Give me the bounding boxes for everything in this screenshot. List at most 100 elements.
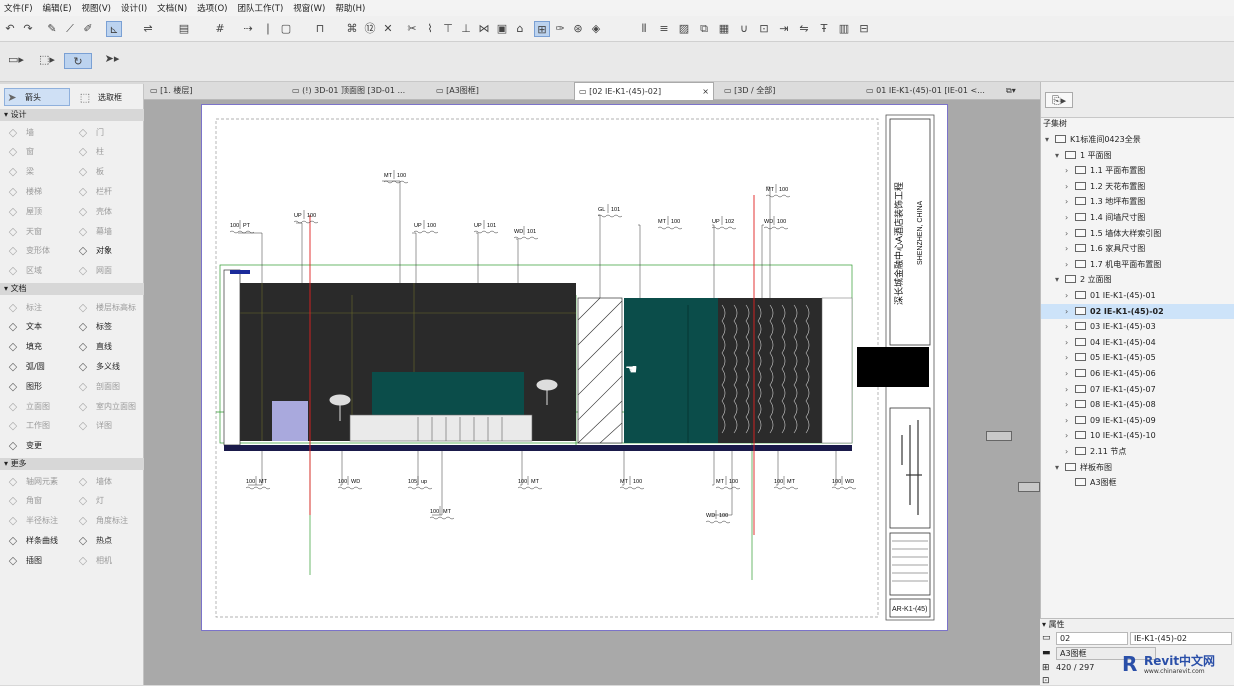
tool-wall[interactable]: ◇ 墙 [6,123,72,141]
chevron-right-icon[interactable]: › [1065,241,1075,256]
material-tag[interactable]: 100 WD [337,476,363,490]
menu-item[interactable]: 视图(V) [82,2,111,14]
tree-item-elevation[interactable]: › 03 IE-K1-(45)-03 [1041,319,1234,334]
tool-object[interactable]: ◇ 对象 [76,242,142,260]
lock-icon[interactable]: ⊓ [312,21,328,37]
frame-icon[interactable]: ▢ [278,21,294,37]
tool-line[interactable]: ◇ 直线 [76,338,142,356]
intersect-icon[interactable]: ⋈ [476,21,492,37]
tool-window[interactable]: ◇ 窗 [6,143,72,161]
align-icon[interactable]: ⫴ [636,21,652,37]
trim-icon[interactable]: ⌇ [422,21,438,37]
stack-icon[interactable]: ⧉ [696,21,712,37]
tree-item-elevation[interactable]: › 08 IE-K1-(45)-08 [1041,397,1234,412]
layout-id-field[interactable]: 02 [1056,632,1128,645]
book-icon[interactable]: ⊟ [856,21,872,37]
material-tag[interactable]: 105 up [407,476,433,490]
arrow-tool[interactable]: ➤ 箭头 [4,88,70,106]
tree-item-elevation[interactable]: › 06 IE-K1-(45)-06 [1041,366,1234,381]
tool-section[interactable]: ◇ 剖面图 [76,377,142,395]
magic-wand-icon[interactable]: ⊛ [570,21,586,37]
material-tag[interactable]: WD 100 [763,216,789,230]
material-tag[interactable]: WD 101 [513,226,539,240]
material-tag[interactable]: UP 102 [711,216,737,230]
tool-angle-dimension[interactable]: ◇ 角度标注 [76,512,142,530]
material-tag[interactable]: 100 MT [773,476,799,490]
tool-corner-window[interactable]: ◇ 角窗 [6,492,72,510]
tool-light[interactable]: ◇ 灯 [76,492,142,510]
tool-arc[interactable]: ◇ 弧/圆 [6,357,72,375]
tree-item-plan[interactable]: › 1.3 地坪布置图 [1041,194,1234,209]
material-tag[interactable]: MT 100 [765,184,791,198]
layout-name-field[interactable]: IE-K1-(45)-02 [1130,632,1232,645]
menu-item[interactable]: 视窗(W) [293,2,325,14]
grid-snap-icon[interactable]: # [212,21,228,37]
tree-folder-elevations[interactable]: ▾ 2 立面图 [1041,272,1234,287]
chevron-right-icon[interactable]: › [1065,194,1075,209]
material-tag[interactable]: WD 100 [705,510,731,524]
chevron-right-icon[interactable]: › [1065,397,1075,412]
chevron-right-icon[interactable]: › [1065,382,1075,397]
tool-railing[interactable]: ◇ 栏杆 [76,182,142,200]
tool-polyline[interactable]: ◇ 多义线 [76,357,142,375]
tool-skylight[interactable]: ◇ 天窗 [6,222,72,240]
material-tag[interactable]: MT 100 [715,476,741,490]
offset-icon[interactable]: ▣ [494,21,510,37]
number-icon[interactable]: ⑫ [362,21,378,37]
geometry-method-icon[interactable]: ▭▸ [4,52,28,68]
material-tag[interactable]: GL 101 [597,204,623,218]
tool-grid-element[interactable]: ◇ 轴网元素 [6,472,72,490]
tree-item-elevation[interactable]: › 04 IE-K1-(45)-04 [1041,335,1234,350]
tool-drawing[interactable]: ◇ 图形 [6,377,72,395]
section-document[interactable]: ▾ 文档 [0,283,144,295]
brush-icon[interactable]: ❘ [260,21,276,37]
tool-beam[interactable]: ◇ 梁 [6,163,72,181]
chevron-right-icon[interactable]: › [1065,413,1075,428]
tree-item-elevation[interactable]: › 2.11 节点 [1041,444,1234,459]
chevron-down-icon[interactable]: ▾ [1055,148,1065,163]
tool-text[interactable]: ◇ 文本 [6,318,72,336]
chevron-right-icon[interactable]: › [1065,444,1075,459]
tool-lamp[interactable]: ◇ 墙体 [76,472,142,490]
hatch-icon[interactable]: ▨ [676,21,692,37]
tree-root[interactable]: ▾ K1标准间0423全景 [1041,132,1234,147]
marquee-tool[interactable]: ⬚ 选取框 [78,88,140,106]
grid-icon[interactable]: ⊞ [534,21,550,37]
tree-item-plan[interactable]: › 1.1 平面布置图 [1041,163,1234,178]
tree-item-plan[interactable]: › 1.5 墙体大样索引图 [1041,226,1234,241]
tool-spline[interactable]: ◇ 样条曲线 [6,531,72,549]
export-icon[interactable]: ⇥ [776,21,792,37]
tool-curtain-wall[interactable]: ◇ 幕墙 [76,222,142,240]
layout-sheet[interactable]: 深长城金融中心A酒店装饰工程 SHENZHEN, CHINA AR-K1-(45… [201,104,948,631]
tree-item-elevation[interactable]: › 10 IE-K1-(45)-10 [1041,428,1234,443]
view-tab[interactable]: ▭ (!) 3D-01 顶面图 [3D-01 ... [288,82,424,100]
tool-label[interactable]: ◇ 标签 [76,318,142,336]
chevron-right-icon[interactable]: › [1065,304,1075,319]
tree-folder-plans[interactable]: ▾ 1 平面图 [1041,148,1234,163]
tree-item-plan[interactable]: › 1.7 机电平面布置图 [1041,257,1234,272]
tree-item-master-layout[interactable]: A3图框 [1041,475,1234,490]
section-more[interactable]: ▾ 更多 [0,458,144,470]
tool-hotspot[interactable]: ◇ 热点 [76,531,142,549]
chevron-right-icon[interactable]: › [1065,288,1075,303]
chevron-down-icon[interactable]: ▾ [1055,272,1065,287]
snap-guides-icon[interactable]: ⊾ [106,21,122,37]
magnet-icon[interactable]: ∪ [736,21,752,37]
explode-icon[interactable]: ✕ [380,21,396,37]
menu-item[interactable]: 编辑(E) [43,2,72,14]
chevron-right-icon[interactable]: › [1065,163,1075,178]
tool-change[interactable]: ◇ 变更 [6,437,72,455]
tree-item-plan[interactable]: › 1.2 天花布置图 [1041,179,1234,194]
tool-morph[interactable]: ◇ 变形体 [6,242,72,260]
trace-icon[interactable]: ⇌ [140,21,156,37]
cursor-icon[interactable]: ⇢ [240,21,256,37]
tool-radial-dimension[interactable]: ◇ 半径标注 [6,512,72,530]
material-tag[interactable]: UP 101 [473,220,499,234]
eyedropper-icon[interactable]: ✐ [80,21,96,37]
chevron-right-icon[interactable]: › [1065,366,1075,381]
redo-icon[interactable]: ↷ [20,21,36,37]
tree-item-plan[interactable]: › 1.6 家具尺寸图 [1041,241,1234,256]
material-tag[interactable]: 100 WD [831,476,857,490]
adjust-icon[interactable]: ⊥ [458,21,474,37]
tool-interior-elevation[interactable]: ◇ 室内立面图 [76,397,142,415]
